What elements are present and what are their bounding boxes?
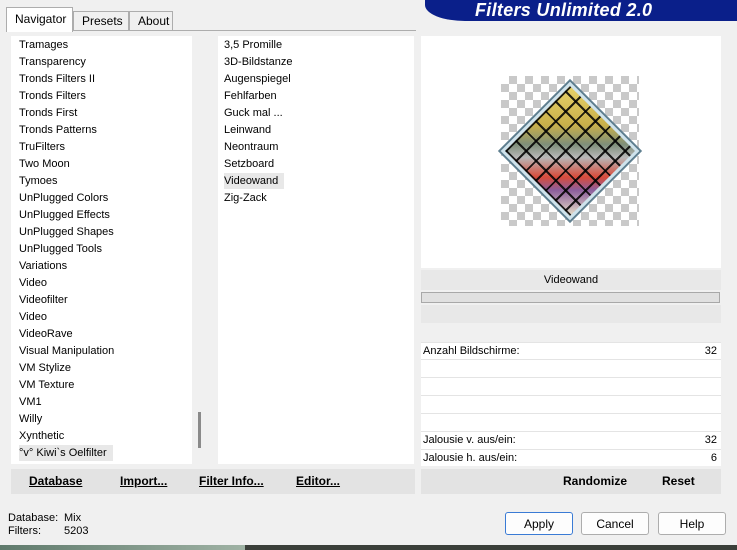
category-list-item[interactable]: °v° Kiwi`s Oelfilter xyxy=(19,445,113,461)
param-label-jalousie-v: Jalousie v. aus/ein: xyxy=(423,434,516,446)
filter-list-item[interactable]: Videowand xyxy=(224,173,285,189)
category-list-item[interactable]: Willy xyxy=(19,411,45,427)
tab-navigator[interactable]: Navigator xyxy=(6,7,73,32)
status-filters-value: 5203 xyxy=(64,525,89,537)
category-scrollbar[interactable] xyxy=(192,36,209,464)
filter-list-item[interactable]: Guck mal ... xyxy=(224,105,286,121)
category-list-item[interactable]: TruFilters xyxy=(19,139,68,155)
brand-title: Filters Unlimited 2.0 xyxy=(475,0,653,20)
filter-list-item[interactable]: 3D-Bildstanze xyxy=(224,54,295,70)
category-list-item[interactable]: Two Moon xyxy=(19,156,73,172)
category-list-item[interactable]: VM Texture xyxy=(19,377,77,393)
category-list-item[interactable]: Tronds Patterns xyxy=(19,122,100,138)
filter-info-button[interactable]: Filter Info... xyxy=(199,474,264,488)
apply-button[interactable]: Apply xyxy=(505,512,573,535)
filter-name-label: Videowand xyxy=(421,270,721,290)
param-value-anzahl-bildschirme[interactable]: 32 xyxy=(705,345,717,357)
filter-list-item[interactable]: Leinwand xyxy=(224,122,274,138)
status-filters-label: Filters: xyxy=(8,525,41,537)
param-divider xyxy=(421,413,721,414)
category-list-item[interactable]: UnPlugged Shapes xyxy=(19,224,117,240)
category-list-item[interactable]: Video xyxy=(19,309,50,325)
filter-list-item[interactable]: Zig-Zack xyxy=(224,190,270,206)
command-bar: Database Import... Filter Info... Editor… xyxy=(11,469,415,494)
background-strip xyxy=(0,545,737,550)
category-list-item[interactable]: Video xyxy=(19,275,50,291)
status-database-label: Database: xyxy=(8,512,59,524)
category-list-item[interactable]: Visual Manipulation xyxy=(19,343,117,359)
category-list-item[interactable]: VM1 xyxy=(19,394,45,410)
tab-presets[interactable]: Presets xyxy=(73,11,129,31)
filter-list-item[interactable]: Setzboard xyxy=(224,156,277,172)
filter-list-item[interactable]: Augenspiegel xyxy=(224,71,294,87)
filter-list-item[interactable]: Fehlfarben xyxy=(224,88,280,104)
category-list-item[interactable]: Transparency xyxy=(19,54,89,70)
status-database-value: Mix xyxy=(64,512,82,524)
category-list-item[interactable]: Xynthetic xyxy=(19,428,67,444)
category-list-item[interactable]: VM Stylize xyxy=(19,360,74,376)
category-list-item[interactable]: VideoRave xyxy=(19,326,76,342)
param-divider xyxy=(421,395,721,396)
param-label-jalousie-h: Jalousie h. aus/ein: xyxy=(423,452,518,464)
import-button[interactable]: Import... xyxy=(120,474,167,488)
param-divider xyxy=(421,359,721,360)
database-button[interactable]: Database xyxy=(29,474,82,488)
editor-button[interactable]: Editor... xyxy=(296,474,340,488)
param-divider xyxy=(421,342,721,343)
separator-row xyxy=(421,305,721,323)
param-divider xyxy=(421,449,721,450)
progress-bar xyxy=(421,292,720,303)
category-list-item[interactable]: UnPlugged Tools xyxy=(19,241,105,257)
filter-list-item[interactable]: 3,5 Promille xyxy=(224,37,285,53)
filter-list-item[interactable]: Neontraum xyxy=(224,139,281,155)
category-list[interactable]: Tramages Transparency Tronds Filters II Tro… xyxy=(11,36,209,464)
category-list-item[interactable]: UnPlugged Colors xyxy=(19,190,111,206)
category-scrollbar-thumb[interactable] xyxy=(198,412,201,448)
param-divider xyxy=(421,431,721,432)
randomize-button[interactable]: Randomize xyxy=(563,474,627,488)
reset-button[interactable]: Reset xyxy=(662,474,695,488)
parameter-panel: Anzahl Bildschirme: 32 Jalousie v. aus/e… xyxy=(421,342,721,466)
status-database: Database: Mix xyxy=(8,512,81,524)
param-label-anzahl-bildschirme: Anzahl Bildschirme: xyxy=(423,345,520,357)
category-list-item[interactable]: Tronds First xyxy=(19,105,80,121)
category-list-item[interactable]: Variations xyxy=(19,258,70,274)
help-button[interactable]: Help xyxy=(658,512,726,535)
preview-video-wall xyxy=(500,81,640,221)
param-value-jalousie-h[interactable]: 6 xyxy=(711,452,717,464)
preview-image xyxy=(500,76,640,226)
preview-panel xyxy=(421,36,721,268)
category-list-item[interactable]: Tymoes xyxy=(19,173,61,189)
category-list-item[interactable]: Tronds Filters xyxy=(19,88,89,104)
category-list-item[interactable]: UnPlugged Effects xyxy=(19,207,113,223)
status-filters: Filters: 5203 xyxy=(8,525,88,537)
category-list-item[interactable]: Tramages xyxy=(19,37,71,53)
cancel-button[interactable]: Cancel xyxy=(581,512,649,535)
category-list-item[interactable]: Tronds Filters II xyxy=(19,71,98,87)
tab-about[interactable]: About xyxy=(129,11,173,31)
param-value-jalousie-v[interactable]: 32 xyxy=(705,434,717,446)
brand-banner: Filters Unlimited 2.0 xyxy=(425,0,737,21)
param-divider xyxy=(421,377,721,378)
category-list-item[interactable]: Videofilter xyxy=(19,292,71,308)
filter-list[interactable]: 3,5 Promille 3D-Bildstanze Augenspiegel Feh… xyxy=(218,36,414,464)
